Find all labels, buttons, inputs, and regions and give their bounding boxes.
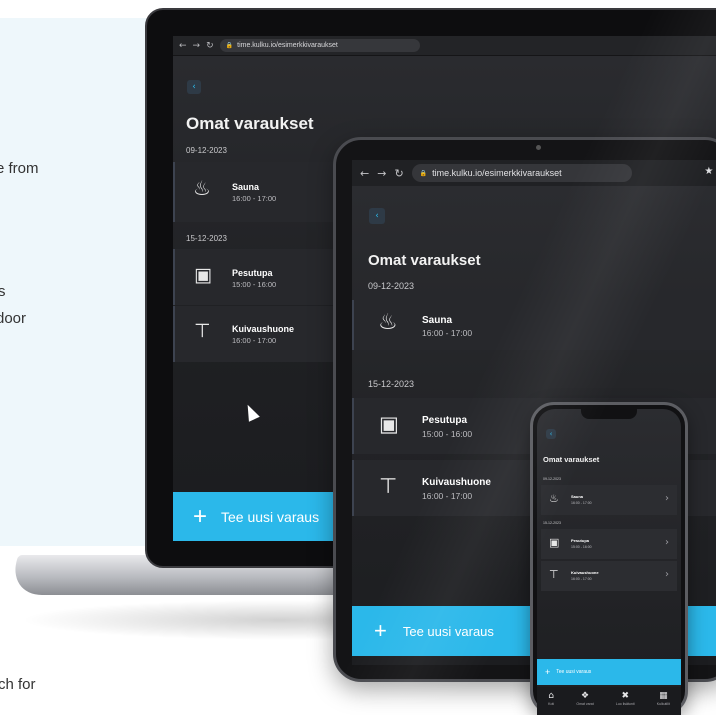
phone-date-1: 09-12-2023: [543, 477, 561, 481]
laptop-booking-name: Pesutupa: [232, 268, 273, 278]
tablet-url-bar[interactable]: 🔒 time.kulku.io/esimerkkivaraukset: [411, 164, 632, 182]
tab-label: Omat varat: [576, 702, 594, 706]
tab-label: Koti: [548, 702, 555, 706]
chevron-right-icon: ›: [665, 493, 669, 504]
tablet-booking-name: Pesutupa: [422, 415, 468, 426]
plus-icon: +: [193, 502, 208, 530]
phone-booking-time: 15:00 - 16:00: [571, 545, 592, 549]
tab-label: Luo lisätunti: [615, 702, 635, 706]
laptop-page-title: Omat varaukset: [186, 114, 314, 133]
tab-add[interactable]: ✖ Luo lisätunti: [616, 691, 635, 706]
drying-room-icon: ⊤: [379, 474, 398, 498]
phone-notch: [581, 409, 637, 419]
phone-booking-time: 16:00 - 17:00: [571, 501, 592, 505]
washing-machine-icon: ▣: [549, 536, 560, 549]
laptop-url-bar[interactable]: 🔒 time.kulku.io/esimerkkivaraukset: [219, 39, 420, 52]
tablet-date-1: 09-12-2023: [368, 281, 415, 291]
bookings-icon: ❖: [580, 691, 590, 701]
phone-booking-name: Pesutupa: [571, 538, 590, 543]
tablet-booking-time: 16:00 - 17:00: [422, 328, 473, 338]
background-text-2: s: [0, 283, 6, 300]
laptop-booking-time: 16:00 - 17:00: [232, 194, 277, 203]
reload-icon[interactable]: ↻: [394, 167, 403, 180]
tab-bookings[interactable]: ❖ Omat varat: [576, 691, 593, 706]
back-arrow-icon[interactable]: ←: [179, 41, 187, 51]
tablet-camera: [536, 145, 541, 150]
laptop-date-1: 09-12-2023: [186, 146, 227, 155]
laptop-back-button[interactable]: ‹: [187, 80, 201, 94]
tablet-booking-time: 15:00 - 16:00: [422, 429, 473, 439]
phone-booking-row[interactable]: ⊤ Kuivaushuone 16:00 - 17:00 ›: [541, 561, 677, 591]
tab-home[interactable]: ⌂ Koti: [548, 691, 554, 706]
tab-building[interactable]: ▦ Kulkutilit: [657, 691, 670, 706]
phone-booking-name: Kuivaushuone: [571, 570, 599, 575]
laptop-cta-label: Tee uusi varaus: [221, 508, 320, 525]
laptop-booking-time: 15:00 - 16:00: [232, 280, 277, 289]
reload-icon[interactable]: ↻: [206, 41, 214, 51]
forward-arrow-icon[interactable]: →: [377, 167, 386, 180]
phone-cta-label: Tee uusi varaus: [556, 669, 592, 675]
laptop-url-text: time.kulku.io/esimerkkivaraukset: [237, 42, 338, 49]
phone-booking-row[interactable]: ▣ Pesutupa 15:00 - 16:00 ›: [541, 529, 677, 559]
chevron-right-icon: ›: [665, 569, 669, 580]
phone-new-booking-button[interactable]: + Tee uusi varaus: [537, 659, 681, 685]
plus-icon: +: [545, 667, 551, 677]
building-icon: ▦: [659, 691, 668, 701]
tablet-booking-time: 16:00 - 17:00: [422, 491, 473, 501]
phone-booking-time: 16:00 - 17:00: [571, 577, 592, 581]
phone-booking-row[interactable]: ♨ Sauna 16:00 - 17:00 ›: [541, 485, 677, 515]
tablet-cta-label: Tee uusi varaus: [402, 623, 494, 639]
phone-screen: ‹ Omat varaukset 09-12-2023 ♨ Sauna 16:0…: [537, 409, 681, 715]
phone-date-2: 15-12-2023: [543, 521, 561, 525]
chevron-right-icon: ›: [665, 537, 669, 548]
plus-icon: +: [374, 618, 387, 643]
lock-icon: 🔒: [419, 170, 428, 177]
lock-icon: 🔒: [225, 43, 234, 49]
tab-label: Kulkutilit: [656, 702, 670, 706]
drying-room-icon: ⊤: [549, 568, 559, 581]
tablet-back-button[interactable]: ‹: [369, 208, 385, 224]
add-icon: ✖: [621, 691, 629, 701]
extensions-icon[interactable]: ★ ▤: [704, 166, 716, 177]
marketing-stage: e from s door ch for ← → ↻ 🔒 time.kulku.…: [0, 0, 716, 715]
back-arrow-icon[interactable]: ←: [360, 167, 369, 180]
laptop-booking-name: Sauna: [232, 182, 260, 192]
phone-page-title: Omat varaukset: [543, 455, 600, 464]
phone-tab-bar: ⌂ Koti ❖ Omat varat ✖ Luo lisätunti ▦ Ku…: [537, 687, 681, 715]
phone-booking-name: Sauna: [571, 494, 584, 499]
forward-arrow-icon[interactable]: →: [193, 41, 201, 51]
sauna-icon: ♨: [378, 310, 398, 335]
background-text-3: door: [0, 310, 27, 327]
drying-room-icon: ⊤: [194, 320, 211, 342]
home-icon: ⌂: [548, 691, 554, 701]
tablet-booking-name: Sauna: [422, 315, 453, 326]
sauna-icon: ♨: [193, 176, 211, 200]
tablet-browser-toolbar: ← → ↻ 🔒 time.kulku.io/esimerkkivaraukset…: [352, 160, 716, 186]
laptop-browser-toolbar: ← → ↻ 🔒 time.kulku.io/esimerkkivaraukset: [173, 36, 716, 56]
phone-back-button[interactable]: ‹: [546, 429, 556, 439]
tablet-booking-row[interactable]: ♨ Sauna 16:00 - 17:00: [352, 300, 716, 350]
tablet-booking-name: Kuivaushuone: [422, 477, 491, 488]
background-text-1: e from: [0, 160, 39, 177]
washing-machine-icon: ▣: [379, 412, 399, 436]
sauna-icon: ♨: [549, 492, 559, 505]
laptop-booking-name: Kuivaushuone: [232, 324, 295, 334]
tablet-date-2: 15-12-2023: [368, 379, 415, 389]
laptop-booking-time: 16:00 - 17:00: [232, 336, 277, 345]
laptop-date-2: 15-12-2023: [186, 234, 227, 243]
washing-machine-icon: ▣: [194, 264, 212, 286]
tablet-page-title: Omat varaukset: [368, 252, 481, 269]
tablet-url-text: time.kulku.io/esimerkkivaraukset: [432, 168, 562, 178]
background-text-4: ch for: [0, 676, 36, 693]
